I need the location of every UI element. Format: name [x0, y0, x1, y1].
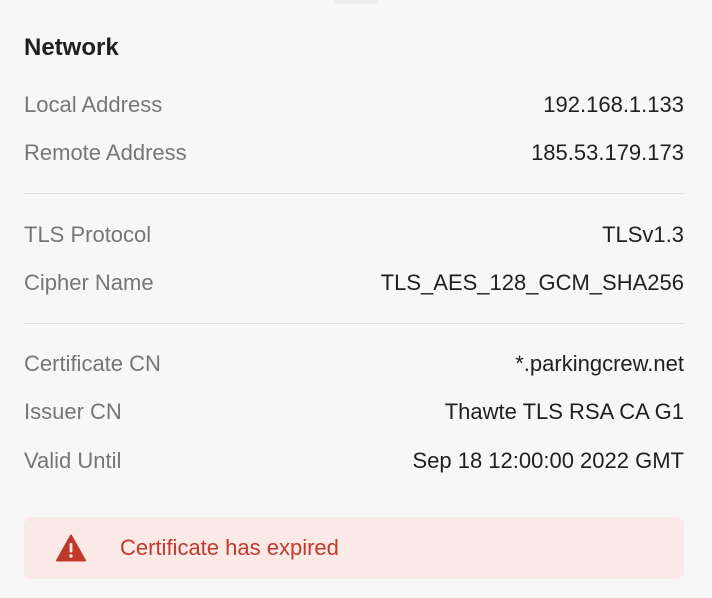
- info-row-valid-until: Valid Until Sep 18 12:00:00 2022 GMT: [24, 446, 684, 476]
- info-row-remote-address: Remote Address 185.53.179.173: [24, 138, 684, 168]
- info-row-certificate-cn: Certificate CN *.parkingcrew.net: [24, 349, 684, 379]
- warning-message: Certificate has expired: [120, 535, 339, 560]
- row-value: TLSv1.3: [602, 222, 684, 247]
- info-row-cipher-name: Cipher Name TLS_AES_128_GCM_SHA256: [24, 268, 684, 298]
- info-row-tls-protocol: TLS Protocol TLSv1.3: [24, 220, 684, 250]
- row-label: TLS Protocol: [24, 222, 152, 247]
- panel-handle: [334, 0, 378, 4]
- info-row-issuer-cn: Issuer CN Thawte TLS RSA CA G1: [24, 397, 684, 427]
- row-label: Local Address: [24, 92, 163, 117]
- row-label: Valid Until: [24, 448, 122, 473]
- row-value: Thawte TLS RSA CA G1: [444, 399, 684, 424]
- row-label: Cipher Name: [24, 270, 154, 295]
- row-value: Sep 18 12:00:00 2022 GMT: [412, 448, 684, 473]
- info-row-local-address: Local Address 192.168.1.133: [24, 90, 684, 120]
- row-label: Certificate CN: [24, 351, 161, 376]
- section-divider: [24, 323, 684, 324]
- row-value: TLS_AES_128_GCM_SHA256: [380, 270, 684, 295]
- row-value: 185.53.179.173: [531, 140, 684, 165]
- row-label: Issuer CN: [24, 399, 122, 424]
- section-title: Network: [24, 34, 119, 61]
- row-label: Remote Address: [24, 140, 187, 165]
- certificate-warning-banner: Certificate has expired: [24, 517, 684, 579]
- section-divider: [24, 193, 684, 194]
- row-value: *.parkingcrew.net: [515, 351, 684, 376]
- row-value: 192.168.1.133: [543, 92, 684, 117]
- warning-triangle-icon: [56, 534, 86, 562]
